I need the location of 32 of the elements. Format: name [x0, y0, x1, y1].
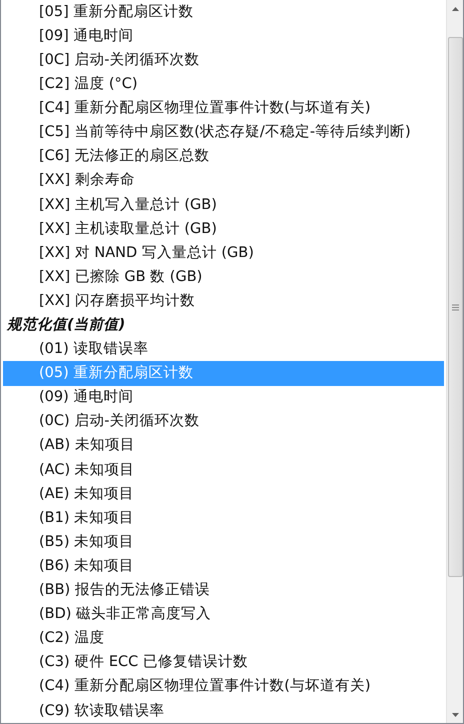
list-option[interactable]: [0C] 启动-关闭循环次数 [3, 48, 444, 72]
list-option[interactable]: (BD) 磁头非正常高度写入 [3, 602, 444, 626]
list-option[interactable]: [XX] 剩余寿命 [3, 168, 444, 193]
list-option[interactable]: [09] 通电时间 [3, 24, 444, 48]
group-header: 规范化值(当前值) [6, 316, 126, 336]
list-option[interactable]: (AE) 未知项目 [3, 482, 444, 506]
list-option[interactable]: [C2] 温度 (°C) [3, 72, 444, 96]
list-option[interactable]: [XX] 闪存磨损平均计数 [3, 289, 444, 314]
list-option[interactable]: (C2) 温度 [3, 626, 444, 651]
list-option[interactable]: [C4] 重新分配扇区物理位置事件计数(与坏道有关) [3, 96, 444, 120]
list-option[interactable]: (BB) 报告的无法修正错误 [3, 578, 444, 602]
list-option[interactable]: [C5] 当前等待中扇区数(状态存疑/不稳定-等待后续判断) [3, 120, 444, 145]
list-option[interactable]: (09) 通电时间 [3, 386, 444, 410]
list-option[interactable]: (B6) 未知项目 [3, 554, 444, 578]
scrollbar[interactable] [446, 0, 463, 723]
list-option[interactable]: [05] 重新分配扇区计数 [3, 0, 444, 24]
list-option[interactable]: (B5) 未知项目 [3, 530, 444, 554]
list-option[interactable]: [XX] 对 NAND 写入量总计 (GB) [3, 240, 444, 266]
list-option[interactable]: [XX] 主机读取量总计 (GB) [3, 216, 444, 241]
list-option[interactable]: (B1) 未知项目 [3, 506, 444, 530]
list-option[interactable]: (C3) 硬件 ECC 已修复错误计数 [3, 650, 444, 675]
list-option[interactable]: [XX] 主机写入量总计 (GB) [3, 192, 444, 217]
list-option[interactable]: (01) 读取错误率 [3, 337, 444, 362]
list-option[interactable]: [XX] 已擦除 GB 数 (GB) [3, 265, 444, 290]
grip-icon [452, 304, 458, 310]
list-option[interactable]: (C4) 重新分配扇区物理位置事件计数(与坏道有关) [3, 674, 444, 699]
list-option[interactable]: (C9) 软读取错误率 [3, 698, 444, 723]
list-option[interactable]: (AC) 未知项目 [3, 458, 444, 482]
scrollbar-thumb[interactable] [448, 37, 462, 577]
list-option[interactable]: (0C) 启动-关闭循环次数 [3, 410, 444, 434]
list-option[interactable]: (AB) 未知项目 [3, 434, 444, 458]
list-option[interactable]: [C6] 无法修正的扇区总数 [3, 144, 444, 169]
